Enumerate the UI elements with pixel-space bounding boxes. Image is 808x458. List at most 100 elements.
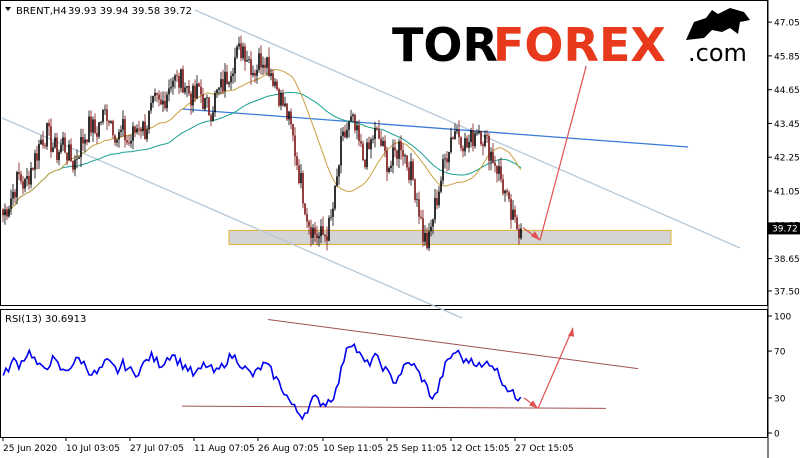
candle-body [356, 125, 358, 131]
candle-body [470, 130, 472, 143]
candle-body [160, 99, 162, 105]
candle-body [318, 236, 320, 239]
candle-body [426, 233, 428, 249]
price-tick-label: 38.65 [774, 255, 800, 265]
candle-body [132, 126, 134, 141]
candle-body [478, 131, 480, 133]
candle-body [274, 81, 276, 86]
candle-body [332, 208, 334, 217]
candle-body [4, 209, 6, 216]
candle-body [48, 123, 50, 127]
candle-body [122, 119, 124, 130]
candle-body [414, 179, 416, 200]
candle-body [12, 191, 14, 199]
candle-body [338, 165, 340, 177]
candle-body [66, 152, 68, 161]
candle-body [26, 176, 28, 180]
candle-body [298, 165, 300, 183]
candle-body [152, 96, 154, 103]
candle-body [344, 131, 346, 138]
candle-body [180, 69, 182, 88]
candle-body [428, 231, 430, 249]
candle-body [286, 103, 288, 120]
candle-body [234, 57, 236, 74]
time-tick-label: 26 Aug 07:05 [258, 444, 319, 454]
candle-body [452, 137, 454, 140]
candle-body [238, 43, 240, 47]
candle-body [440, 180, 442, 192]
candle-body [16, 172, 18, 198]
candle-body [416, 199, 418, 200]
candle-body [56, 137, 58, 160]
candle-body [456, 129, 458, 132]
candle-body [170, 86, 172, 89]
candle-body [116, 139, 118, 143]
candle-body [402, 150, 404, 157]
candle-body [118, 132, 120, 140]
candle-body [418, 199, 420, 217]
candle-body [510, 199, 512, 220]
candle-body [314, 227, 316, 235]
candle-body [156, 92, 158, 95]
price-axis: 47.0545.8544.6543.4542.2541.0539.8538.65… [768, 19, 800, 297]
candle-body [70, 144, 72, 162]
candle-body [150, 102, 152, 111]
candle-body [162, 100, 164, 105]
candle-body [398, 141, 400, 159]
candle-body [84, 139, 86, 144]
candle-body [32, 168, 34, 170]
candle-body [300, 173, 302, 183]
candle-body [98, 122, 100, 137]
candle-body [102, 109, 104, 123]
candle-body [136, 128, 138, 133]
time-tick-label: 25 Sep 11:05 [387, 444, 447, 454]
candle-body [190, 93, 192, 106]
candle-body [386, 150, 388, 172]
candle-body [236, 46, 238, 58]
candle-body [498, 166, 500, 174]
candle-body [294, 135, 296, 157]
candle-body [266, 57, 268, 68]
candle-body [258, 53, 260, 70]
candle-body [380, 138, 382, 146]
candle-body [140, 128, 142, 132]
candle-body [254, 72, 256, 76]
candle-body [372, 138, 374, 140]
candle-body [222, 79, 224, 92]
candle-body [64, 137, 66, 153]
time-axis: 25 Jun 2020 10 Jul 03:05 27 Jul 07:05 11 Au… [2, 437, 574, 454]
price-header: BRENT,H4 39.93 39.94 39.58 39.72 [5, 6, 192, 17]
candle-body [512, 209, 514, 220]
candle-body [490, 152, 492, 161]
candle-body [224, 71, 226, 92]
rsi-tick-label: 0 [774, 430, 780, 440]
candle-body [504, 190, 506, 194]
candle-body [158, 94, 160, 100]
candle-body [144, 121, 146, 140]
candle-body [184, 87, 186, 93]
candle-body [206, 97, 208, 99]
candle-body [466, 138, 468, 148]
time-tick-label: 25 Jun 2020 [3, 444, 57, 454]
candle-body [248, 59, 250, 60]
candle-body [34, 153, 36, 170]
candle-body [458, 129, 460, 138]
candle-body [192, 85, 194, 106]
candle-body [424, 233, 426, 242]
logo-tor: TOR [392, 18, 498, 72]
candle-body [108, 120, 110, 123]
candle-body [186, 86, 188, 88]
price-tick-label: 47.05 [774, 19, 800, 29]
candle-body [324, 234, 326, 237]
price-tick-label: 45.85 [774, 52, 800, 62]
candle-body [486, 134, 488, 136]
candle-body [460, 137, 462, 149]
candle-body [492, 152, 494, 163]
candle-body [278, 89, 280, 106]
candle-body [240, 43, 242, 58]
price-tick-label: 42.25 [774, 154, 800, 164]
candle-body [154, 92, 156, 96]
candle-body [10, 198, 12, 209]
candle-body [126, 140, 128, 143]
price-tick-label: 37.50 [774, 287, 800, 297]
